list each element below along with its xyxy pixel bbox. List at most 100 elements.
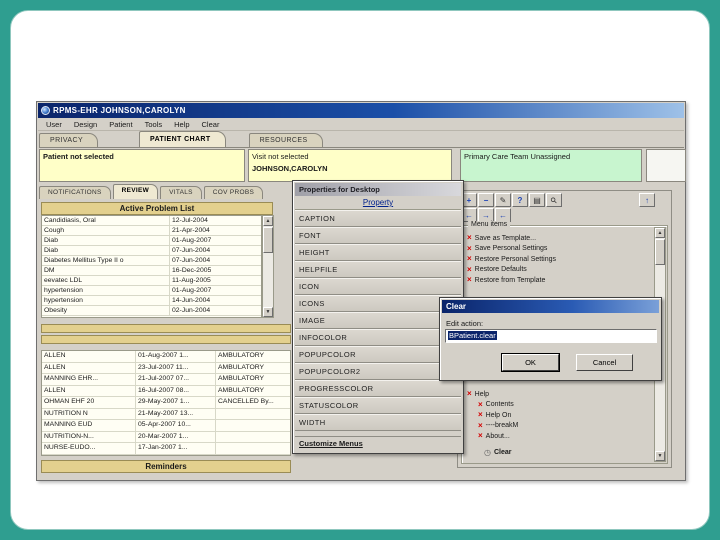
problem-row[interactable]: Diab 01-Aug-2007 xyxy=(42,236,261,246)
property-column-header[interactable]: Property xyxy=(295,196,461,210)
property-row[interactable]: WIDTH xyxy=(295,414,461,431)
menu-tree-item[interactable]: × Restore from Template xyxy=(467,275,651,286)
problem-row[interactable]: hypertension 01-Aug-2007 xyxy=(42,286,261,296)
problem-row[interactable]: DM 16-Dec-2005 xyxy=(42,266,261,276)
menu-tree-item-label: Save as Template... xyxy=(474,234,537,242)
move-up-button[interactable]: ↑ xyxy=(639,193,655,207)
search-button[interactable]: ⚲ xyxy=(546,193,562,207)
menu-tree-bottom: × Help × Contents × Help On × ----breakM… xyxy=(467,389,651,442)
customize-menus-button[interactable]: Customize Menus xyxy=(295,436,461,451)
menu-tree-item[interactable]: × About... xyxy=(467,431,651,442)
menubar-item[interactable]: Patient xyxy=(103,120,138,129)
problem-row[interactable]: Obesity 02-Jun-2004 xyxy=(42,306,261,316)
property-row[interactable]: POPUPCOLOR2 xyxy=(295,363,461,380)
problem-row[interactable]: Candidiasis, Oral 12-Jul-2004 xyxy=(42,216,261,226)
menu-tree-item[interactable]: × Save as Template... xyxy=(467,233,651,244)
menu-tree-item[interactable]: × Restore Defaults xyxy=(467,265,651,276)
property-row[interactable]: IMAGE xyxy=(295,312,461,329)
menu-tree-item[interactable]: × Save Personal Settings xyxy=(467,244,651,255)
delete-icon: × xyxy=(467,275,472,285)
scroll-down-icon[interactable]: ▼ xyxy=(263,307,273,317)
main-tab[interactable]: PATIENT CHART xyxy=(139,131,226,147)
menubar-item[interactable]: Help xyxy=(168,120,195,129)
visit-row[interactable]: ALLEN 16-Jul-2007 08... AMBULATORY xyxy=(42,385,290,397)
help-button[interactable]: ? xyxy=(512,193,528,207)
property-row[interactable]: FONT xyxy=(295,227,461,244)
problem-row[interactable]: eevatec LDL 11-Aug-2005 xyxy=(42,276,261,286)
menu-tree-item-label: About... xyxy=(485,432,510,440)
menubar-item[interactable]: Tools xyxy=(139,120,169,129)
help-icon: ? xyxy=(517,195,523,205)
visit-row[interactable]: MANNING EHR... 21-Jul-2007 07... AMBULAT… xyxy=(42,374,290,386)
problem-row[interactable]: Cough 21-Apr-2004 xyxy=(42,226,261,236)
problem-name: eevatec LDL xyxy=(42,276,170,285)
property-row[interactable]: STATUSCOLOR xyxy=(295,397,461,414)
property-row[interactable]: HEIGHT xyxy=(295,244,461,261)
clear-dialog-titlebar[interactable]: Clear xyxy=(442,300,659,313)
scroll-up-icon[interactable]: ▲ xyxy=(655,228,665,238)
editor-toolbar-row1: + − ✎ ? ▤ ⚲ xyxy=(461,193,562,207)
menu-tree-item[interactable]: × Restore Personal Settings xyxy=(467,254,651,265)
visit-row[interactable]: NURSE-EUDO... 17-Jan-2007 1... xyxy=(42,443,290,455)
scrollbar-thumb[interactable] xyxy=(655,239,665,265)
window-title: RPMS-EHR JOHNSON,CAROLYN xyxy=(53,106,186,115)
problem-row[interactable]: Diab 07-Jun-2004 xyxy=(42,246,261,256)
property-row[interactable]: POPUPCOLOR xyxy=(295,346,461,363)
edit-item-button[interactable]: ✎ xyxy=(495,193,511,207)
problem-name: Obesity xyxy=(42,306,170,315)
window-titlebar[interactable]: RPMS-EHR JOHNSON,CAROLYN xyxy=(38,103,684,118)
main-tab[interactable]: RESOURCES xyxy=(248,133,323,147)
print-button[interactable]: ▤ xyxy=(529,193,545,207)
problem-date: 01-Aug-2007 xyxy=(172,287,212,294)
delete-icon: × xyxy=(478,420,483,430)
property-row[interactable]: HELPFILE xyxy=(295,261,461,278)
chart-tab[interactable]: REVIEW xyxy=(112,184,159,199)
chart-tab[interactable]: VITALS xyxy=(160,186,202,199)
outdent-button[interactable]: ← xyxy=(495,208,511,222)
problem-row[interactable]: Diabetes Mellitus Type II o 07-Jun-2004 xyxy=(42,256,261,266)
menubar-item[interactable]: Clear xyxy=(196,120,226,129)
remove-item-button[interactable]: − xyxy=(478,193,494,207)
property-row[interactable]: INFOCOLOR xyxy=(295,329,461,346)
menubar-item[interactable]: User xyxy=(40,120,68,129)
property-row[interactable]: ICONS xyxy=(295,295,461,312)
banner-extra-cell xyxy=(646,149,686,182)
menubar-item[interactable]: Design xyxy=(68,120,103,129)
section-divider-bar xyxy=(41,335,291,344)
property-row[interactable]: CAPTION xyxy=(295,210,461,227)
problem-date: 12-Jul-2004 xyxy=(172,217,208,224)
patient-banner[interactable]: Patient not selected xyxy=(39,149,245,182)
scroll-up-icon[interactable]: ▲ xyxy=(263,216,273,226)
menu-tree-item[interactable]: × Help xyxy=(467,389,651,400)
menu-tree-item[interactable]: × Help On xyxy=(467,410,651,421)
visit-row[interactable]: OHMAN EHF 20 29-May-2007 1... CANCELLED … xyxy=(42,397,290,409)
visit-banner[interactable]: Visit not selected JOHNSON,CAROLYN xyxy=(248,149,452,182)
app-window: RPMS-EHR JOHNSON,CAROLYN User Design Patie… xyxy=(36,101,686,481)
chart-tab[interactable]: NOTIFICATIONS xyxy=(39,186,111,199)
clear-dialog: Clear Edit action: BPatient.clear OK Can… xyxy=(439,297,662,381)
edit-action-input[interactable]: BPatient.clear xyxy=(445,329,657,343)
visit-row[interactable]: ALLEN 23-Jul-2007 11... AMBULATORY xyxy=(42,362,290,374)
ok-button[interactable]: OK xyxy=(502,354,559,371)
menu-tree-item[interactable]: × ----breakM xyxy=(467,421,651,432)
scrollbar-thumb[interactable] xyxy=(263,227,273,253)
visit-row[interactable]: MANNING EUD 05-Apr-2007 10... xyxy=(42,420,290,432)
selected-menu-item[interactable]: ◷ Clear xyxy=(484,448,512,457)
reminders-header: Reminders xyxy=(41,460,291,473)
main-tab[interactable]: PRIVACY xyxy=(39,133,99,147)
cancel-button[interactable]: Cancel xyxy=(576,354,633,371)
care-team-banner[interactable]: Primary Care Team Unassigned xyxy=(460,149,642,182)
chart-tab[interactable]: COV PROBS xyxy=(203,186,264,199)
property-row[interactable]: ICON xyxy=(295,278,461,295)
visit-row[interactable]: ALLEN 01-Aug-2007 1... AMBULATORY xyxy=(42,351,290,363)
scroll-down-icon[interactable]: ▼ xyxy=(655,451,665,461)
property-row[interactable]: PROGRESSCOLOR xyxy=(295,380,461,397)
visit-row[interactable]: NUTRITION N 21-May-2007 13... xyxy=(42,408,290,420)
properties-dialog-titlebar[interactable]: Properties for Desktop xyxy=(295,183,461,196)
visit-row[interactable]: NUTRITION-N... 20-Mar-2007 1... xyxy=(42,431,290,443)
problem-name: Candidiasis, Oral xyxy=(42,216,170,225)
problem-row[interactable]: hypertension 14-Jun-2004 xyxy=(42,296,261,306)
menu-tree-item[interactable]: × Contents xyxy=(467,400,651,411)
move-right-button[interactable]: → xyxy=(478,208,494,222)
problem-list-scrollbar[interactable]: ▲ ▼ xyxy=(262,215,274,318)
